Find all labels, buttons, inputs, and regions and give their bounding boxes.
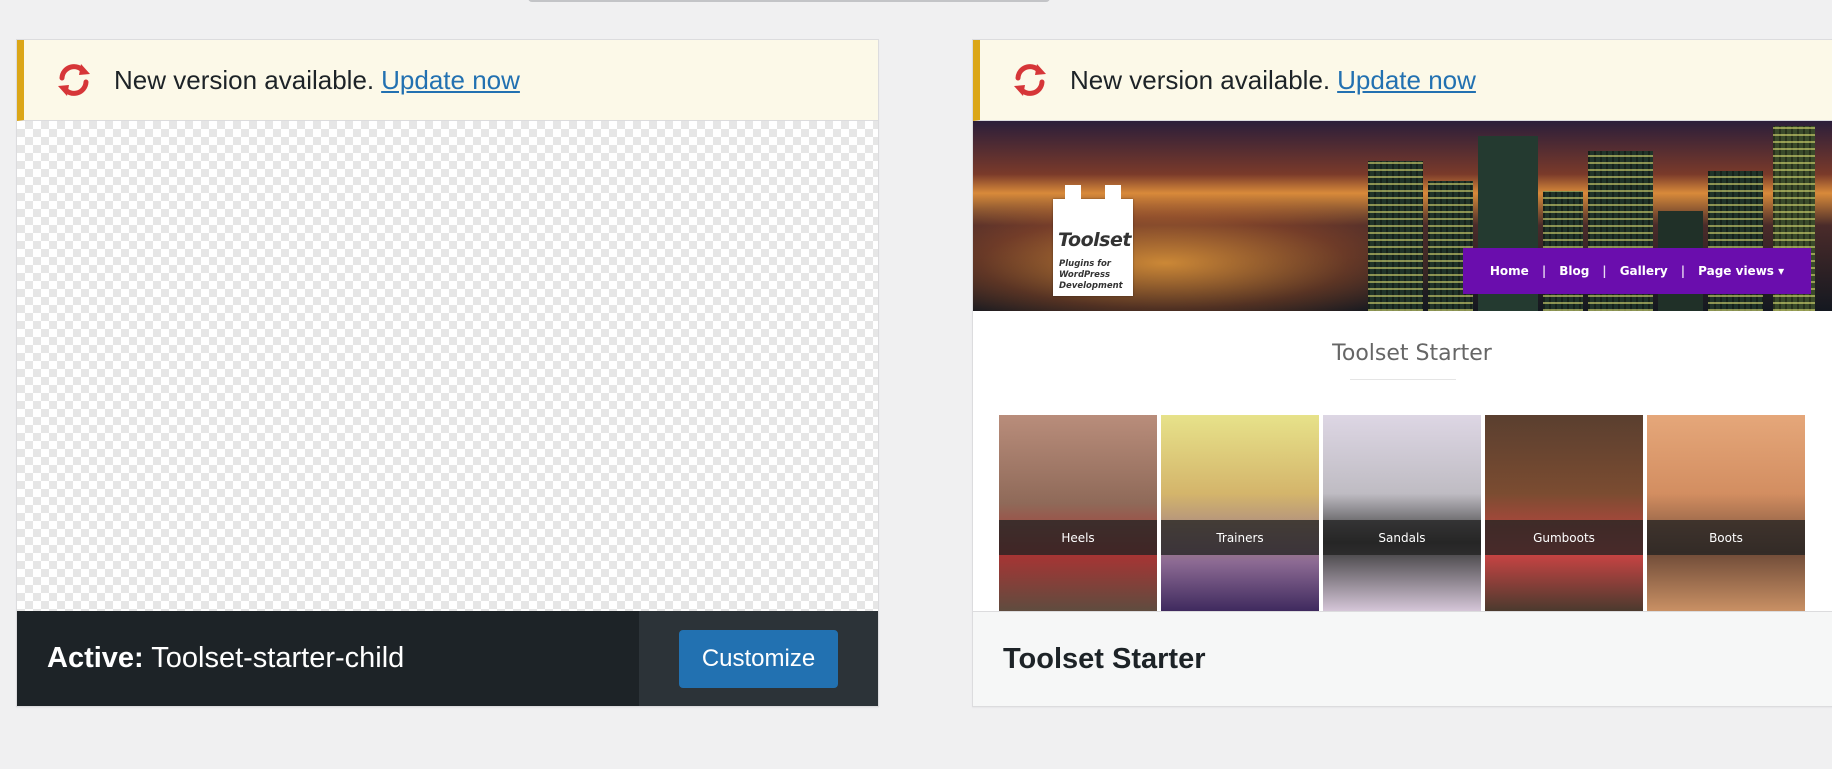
- hero-cityscape-image: Toolset Plugins for WordPress Developmen…: [973, 121, 1832, 311]
- nav-separator: |: [1680, 264, 1686, 278]
- category-tile: Heels: [999, 415, 1157, 611]
- update-notice: New version available. Update now: [973, 40, 1832, 121]
- customize-button[interactable]: Customize: [678, 629, 839, 688]
- nav-separator: |: [1602, 264, 1607, 278]
- theme-name-text: Toolset-starter-child: [151, 642, 405, 674]
- theme-card-toolset-starter[interactable]: New version available. Update now Toolset…: [972, 39, 1832, 707]
- logo-tabs: [1053, 185, 1133, 201]
- theme-name-bar: Active: Toolset-starter-child Customize: [17, 611, 878, 706]
- category-tile: Trainers: [1161, 415, 1319, 611]
- preview-site-title: Toolset Starter: [1332, 341, 1492, 366]
- category-label: Heels: [999, 520, 1157, 555]
- notice-text: New version available. Update now: [1070, 65, 1476, 96]
- category-tile: Boots: [1647, 415, 1805, 611]
- update-now-link[interactable]: Update now: [381, 65, 520, 95]
- notice-text: New version available. Update now: [114, 65, 520, 96]
- theme-card-active[interactable]: New version available. Update now Active:…: [16, 39, 879, 707]
- category-label: Boots: [1647, 520, 1805, 555]
- toolset-logo: Toolset Plugins for WordPress Developmen…: [1053, 185, 1133, 296]
- theme-screenshot[interactable]: Toolset Plugins for WordPress Developmen…: [973, 121, 1832, 652]
- theme-name: Toolset Starter: [1003, 642, 1206, 675]
- logo-tagline: Plugins for WordPress Development: [1059, 259, 1123, 292]
- nav-item-page-views: Page views ▾: [1698, 264, 1785, 278]
- scrollbar-edge: [528, 0, 1050, 2]
- tagline-line: Development: [1059, 281, 1123, 291]
- theme-name-bar: Toolset Starter: [973, 611, 1832, 706]
- title-divider: [1350, 379, 1456, 380]
- tagline-line: Plugins for: [1059, 259, 1111, 269]
- update-notice: New version available. Update now: [17, 40, 878, 121]
- update-arrows-icon: [1014, 64, 1046, 96]
- category-grid: Heels Trainers Sandals Gumboots Boots: [999, 415, 1805, 611]
- category-label: Trainers: [1161, 520, 1319, 555]
- category-tile: Gumboots: [1485, 415, 1643, 611]
- update-now-link[interactable]: Update now: [1337, 65, 1476, 95]
- notice-message: New version available.: [114, 64, 375, 95]
- logo-wordmark: Toolset: [1058, 229, 1131, 251]
- category-label: Gumboots: [1485, 520, 1643, 555]
- preview-navbar: Home | Blog | Gallery | Page views ▾: [1463, 248, 1811, 294]
- update-arrows-icon: [58, 64, 90, 96]
- logo-tab: [1065, 185, 1081, 201]
- nav-separator: |: [1541, 264, 1547, 278]
- active-label: Active:: [47, 642, 144, 674]
- nav-item-blog: Blog: [1559, 264, 1590, 278]
- theme-name: Active: Toolset-starter-child: [17, 642, 639, 675]
- skyscraper: [1368, 161, 1423, 311]
- logo-tab: [1105, 185, 1121, 201]
- notice-message: New version available.: [1070, 64, 1331, 95]
- category-tile: Sandals: [1323, 415, 1481, 611]
- nav-item-gallery: Gallery: [1619, 264, 1668, 278]
- nav-item-home: Home: [1489, 264, 1529, 278]
- tagline-line: WordPress: [1059, 270, 1111, 280]
- category-label: Sandals: [1323, 520, 1481, 555]
- theme-screenshot-placeholder[interactable]: [17, 121, 878, 652]
- theme-actions: Customize: [639, 611, 878, 706]
